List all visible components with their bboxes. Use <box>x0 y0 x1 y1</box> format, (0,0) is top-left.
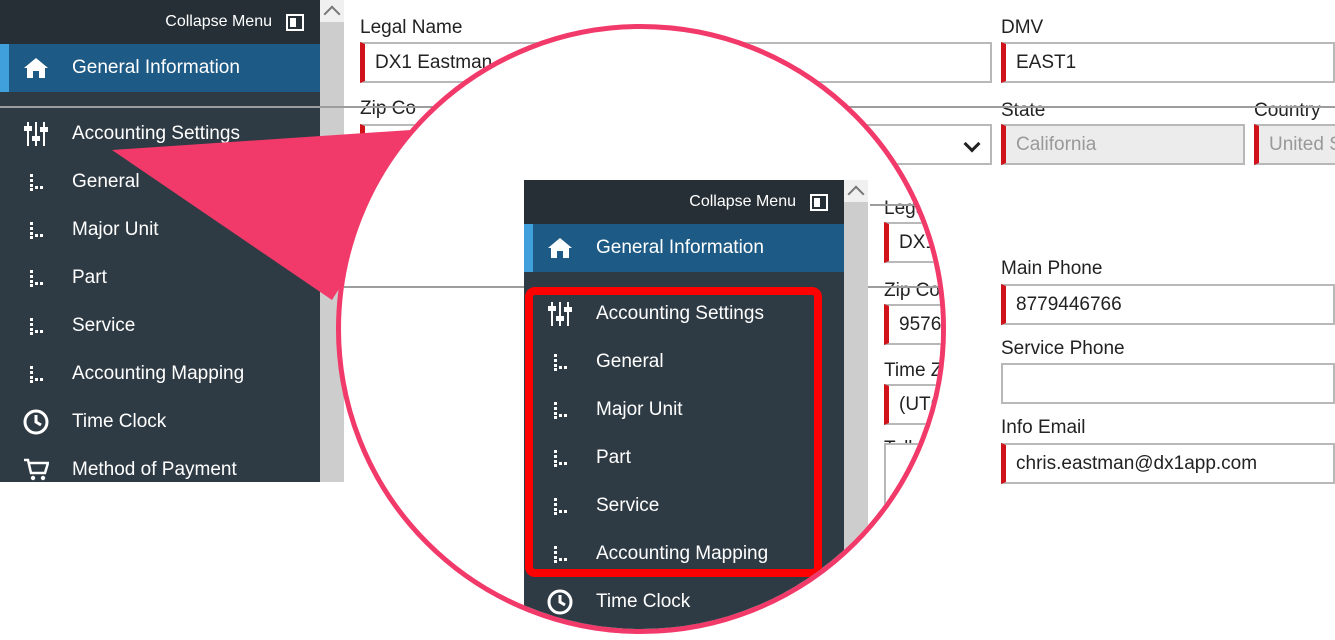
magnified-view: Lega DX1 Zip Co 9576 Time Z (UTC Toll Co… <box>341 29 943 629</box>
sidebar-item-general-information-zoom[interactable]: General Information <box>524 224 844 272</box>
magnifier-circle: Lega DX1 Zip Co 9576 Time Z (UTC Toll Co… <box>336 24 946 634</box>
toll-free-field[interactable] <box>884 443 941 505</box>
zip-code-label-zoom: Zip Co <box>884 280 940 301</box>
sidebar-scrollbar-zoom[interactable] <box>844 180 868 629</box>
sidebar-item-label: General Information <box>596 237 764 258</box>
time-zone-field[interactable]: (UTC <box>884 384 941 425</box>
clock-icon <box>524 589 596 615</box>
collapse-icon[interactable] <box>810 193 828 211</box>
time-zone-label: Time Z <box>884 360 943 381</box>
zip-code-field-zoom[interactable]: 9576 <box>884 304 941 345</box>
sidebar-item-time-clock-zoom[interactable]: Time Clock <box>524 578 844 626</box>
sidebar-header-zoom: Collapse Menu <box>524 180 844 224</box>
legal-name-field-zoom[interactable]: DX1 <box>884 222 941 263</box>
accounting-settings-highlight <box>525 287 822 577</box>
home-icon <box>524 237 596 259</box>
zoom-guide-line-top <box>870 204 941 206</box>
scroll-up-button[interactable] <box>844 180 868 202</box>
legal-name-label-zoom: Lega <box>884 198 927 219</box>
collapse-menu-label-zoom[interactable]: Collapse Menu <box>689 193 796 211</box>
sidebar-item-label: Time Clock <box>596 591 691 612</box>
